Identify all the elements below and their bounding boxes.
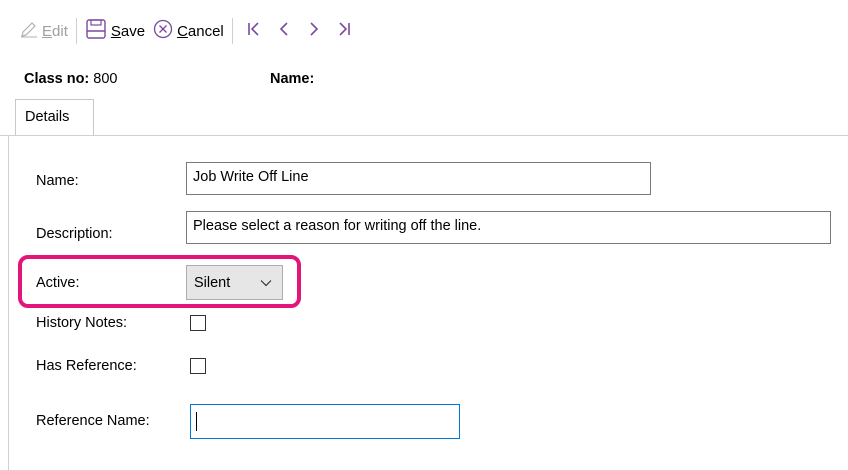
tabstrip-divider: [0, 135, 848, 136]
header-name-label: Name:: [270, 71, 315, 87]
reference-name-field[interactable]: [190, 404, 460, 439]
cancel-icon: [153, 19, 173, 43]
tab-details[interactable]: Details: [15, 99, 94, 135]
class-no-row: Class no: 800: [24, 71, 118, 87]
previous-record-button[interactable]: [271, 17, 297, 45]
last-icon: [337, 21, 351, 41]
tab-panel-border: [8, 136, 9, 470]
edit-label: Edit: [42, 22, 68, 40]
save-label: Save: [110, 22, 146, 40]
cancel-button[interactable]: Cancel: [153, 17, 224, 45]
text-caret: [196, 412, 197, 431]
class-no-value: 800: [93, 71, 118, 87]
history-notes-label: History Notes:: [36, 315, 128, 331]
description-field-label: Description:: [36, 226, 113, 242]
name-field-label: Name:: [36, 173, 79, 189]
name-field[interactable]: Job Write Off Line: [186, 162, 651, 195]
history-notes-checkbox[interactable]: [190, 315, 206, 331]
first-record-button[interactable]: [241, 17, 267, 45]
highlight-annotation: [18, 255, 301, 308]
toolbar-separator: [75, 18, 77, 44]
pencil-icon: [20, 20, 38, 42]
last-record-button[interactable]: [331, 17, 357, 45]
save-button[interactable]: Save: [85, 17, 145, 45]
edit-button[interactable]: Edit: [20, 17, 68, 45]
class-no-label: Class no:: [24, 71, 90, 87]
toolbar-separator: [231, 18, 233, 44]
save-icon: [85, 18, 107, 44]
toolbar: Edit Save Cancel: [0, 0, 848, 62]
chevron-left-icon: [278, 21, 290, 41]
chevron-right-icon: [308, 21, 320, 41]
reference-name-label: Reference Name:: [36, 413, 150, 429]
cancel-label: Cancel: [177, 22, 224, 40]
has-reference-checkbox[interactable]: [190, 358, 206, 374]
has-reference-label: Has Reference:: [36, 358, 137, 374]
next-record-button[interactable]: [301, 17, 327, 45]
description-field[interactable]: Please select a reason for writing off t…: [186, 211, 831, 244]
first-icon: [247, 21, 261, 41]
